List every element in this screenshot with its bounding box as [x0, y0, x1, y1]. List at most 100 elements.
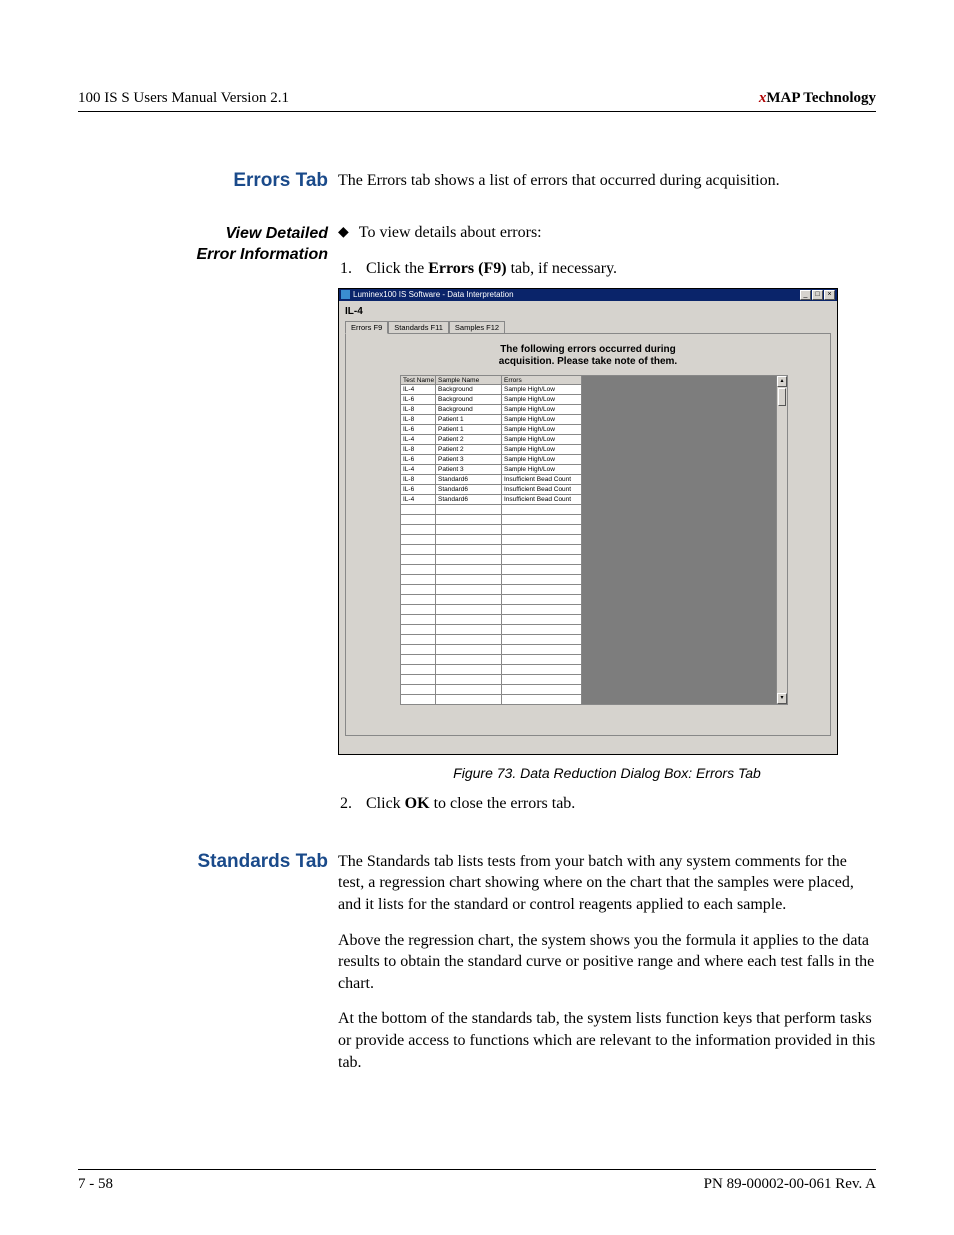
table-cell: [400, 525, 436, 535]
column-header: Errors: [502, 375, 582, 385]
header-right: xMAP Technology: [759, 90, 876, 107]
table-cell: [502, 575, 582, 585]
errors-tab-heading: Errors Tab: [78, 170, 328, 192]
table-cell: [436, 645, 502, 655]
table-cell: [436, 565, 502, 575]
table-cell: [436, 665, 502, 675]
table-cell: [502, 535, 582, 545]
table-cell: [436, 595, 502, 605]
table-cell: [436, 695, 502, 705]
table-cell: Insufficient Bead Count: [502, 495, 582, 505]
header-left: 100 IS S Users Manual Version 2.1: [78, 90, 289, 107]
step1-c: tab, if necessary.: [507, 260, 617, 277]
table-cell: IL-6: [400, 395, 436, 405]
table-cell: [400, 685, 436, 695]
app-icon: [341, 290, 350, 299]
table-cell: [400, 665, 436, 675]
table-cell: IL-4: [400, 465, 436, 475]
step2-a: Click: [366, 795, 405, 812]
table-cell: [502, 555, 582, 565]
table-cell: IL-4: [400, 495, 436, 505]
table-cell: [502, 635, 582, 645]
table-cell: IL-8: [400, 475, 436, 485]
table-cell: [436, 685, 502, 695]
table-cell: Sample High/Low: [502, 385, 582, 395]
step-1-num: 1.: [338, 260, 352, 278]
table-cell: [502, 645, 582, 655]
page-header: 100 IS S Users Manual Version 2.1 xMAP T…: [78, 90, 876, 112]
table-cell: [436, 525, 502, 535]
table-cell: IL-6: [400, 425, 436, 435]
table-cell: [400, 595, 436, 605]
table-cell: [436, 615, 502, 625]
close-button[interactable]: ×: [824, 290, 835, 300]
table-cell: [436, 545, 502, 555]
table-cell: [436, 605, 502, 615]
table-cell: [502, 615, 582, 625]
footer-left: 7 - 58: [78, 1176, 113, 1193]
tab-standards[interactable]: Standards F11: [388, 321, 449, 333]
column-header: Sample Name: [436, 375, 502, 385]
table-cell: [400, 535, 436, 545]
table-cell: [436, 535, 502, 545]
header-rest: MAP Technology: [766, 90, 876, 106]
bullet-text: To view details about errors:: [359, 224, 542, 242]
step-2-text: Click OK to close the errors tab.: [366, 795, 575, 813]
table-cell: [436, 515, 502, 525]
table-cell: IL-4: [400, 435, 436, 445]
standards-p1: The Standards tab lists tests from your …: [338, 851, 876, 916]
table-cell: [400, 625, 436, 635]
table-cell: [436, 635, 502, 645]
table-cell: [400, 505, 436, 515]
scroll-down-icon[interactable]: ▾: [777, 693, 787, 704]
table-cell: [400, 585, 436, 595]
panel-heading: The following errors occurred during acq…: [354, 344, 822, 369]
table-cell: [436, 625, 502, 635]
table-cell: [400, 575, 436, 585]
table-cell: Patient 2: [436, 435, 502, 445]
table-cell: [502, 585, 582, 595]
table-cell: IL-6: [400, 485, 436, 495]
tab-errors[interactable]: Errors F9: [345, 321, 388, 334]
scrollbar[interactable]: ▴ ▾: [776, 376, 787, 704]
step2-c: to close the errors tab.: [430, 795, 576, 812]
side-h-l2: Error Information: [196, 246, 328, 263]
table-cell: [400, 515, 436, 525]
tab-samples[interactable]: Samples F12: [449, 321, 505, 333]
table-cell: [502, 595, 582, 605]
table-cell: Sample High/Low: [502, 445, 582, 455]
step-2: 2. Click OK to close the errors tab.: [338, 795, 876, 813]
step1-a: Click the: [366, 260, 428, 277]
table-cell: Insufficient Bead Count: [502, 485, 582, 495]
app-window: Luminex100 IS Software - Data Interpreta…: [338, 288, 838, 755]
table-cell: [400, 635, 436, 645]
table-cell: [502, 675, 582, 685]
table-cell: Patient 1: [436, 425, 502, 435]
scroll-thumb[interactable]: [778, 388, 786, 406]
minimize-button[interactable]: _: [800, 290, 811, 300]
table-cell: [436, 585, 502, 595]
maximize-button[interactable]: □: [812, 290, 823, 300]
tabbar: Errors F9 Standards F11 Samples F12: [345, 321, 831, 334]
table-cell: Standard6: [436, 485, 502, 495]
table-cell: [436, 655, 502, 665]
view-detailed-heading: View Detailed Error Information: [78, 224, 328, 266]
table-cell: Sample High/Low: [502, 465, 582, 475]
side-h-l1: View Detailed: [225, 225, 328, 242]
step-1: 1. Click the Errors (F9) tab, if necessa…: [338, 260, 876, 278]
table-cell: [400, 615, 436, 625]
table-cell: Background: [436, 385, 502, 395]
table-cell: [400, 545, 436, 555]
table-cell: [502, 625, 582, 635]
table-cell: Standard6: [436, 475, 502, 485]
panel-h-l2: acquisition. Please take note of them.: [499, 356, 677, 367]
column-header: Test Name: [400, 375, 436, 385]
table-cell: Sample High/Low: [502, 455, 582, 465]
scroll-up-icon[interactable]: ▴: [777, 376, 787, 387]
table-cell: Sample High/Low: [502, 425, 582, 435]
table-cell: [436, 505, 502, 515]
step2-b: OK: [405, 795, 430, 812]
table-cell: IL-4: [400, 385, 436, 395]
window-title: Luminex100 IS Software - Data Interpreta…: [353, 290, 514, 299]
table-cell: [502, 605, 582, 615]
